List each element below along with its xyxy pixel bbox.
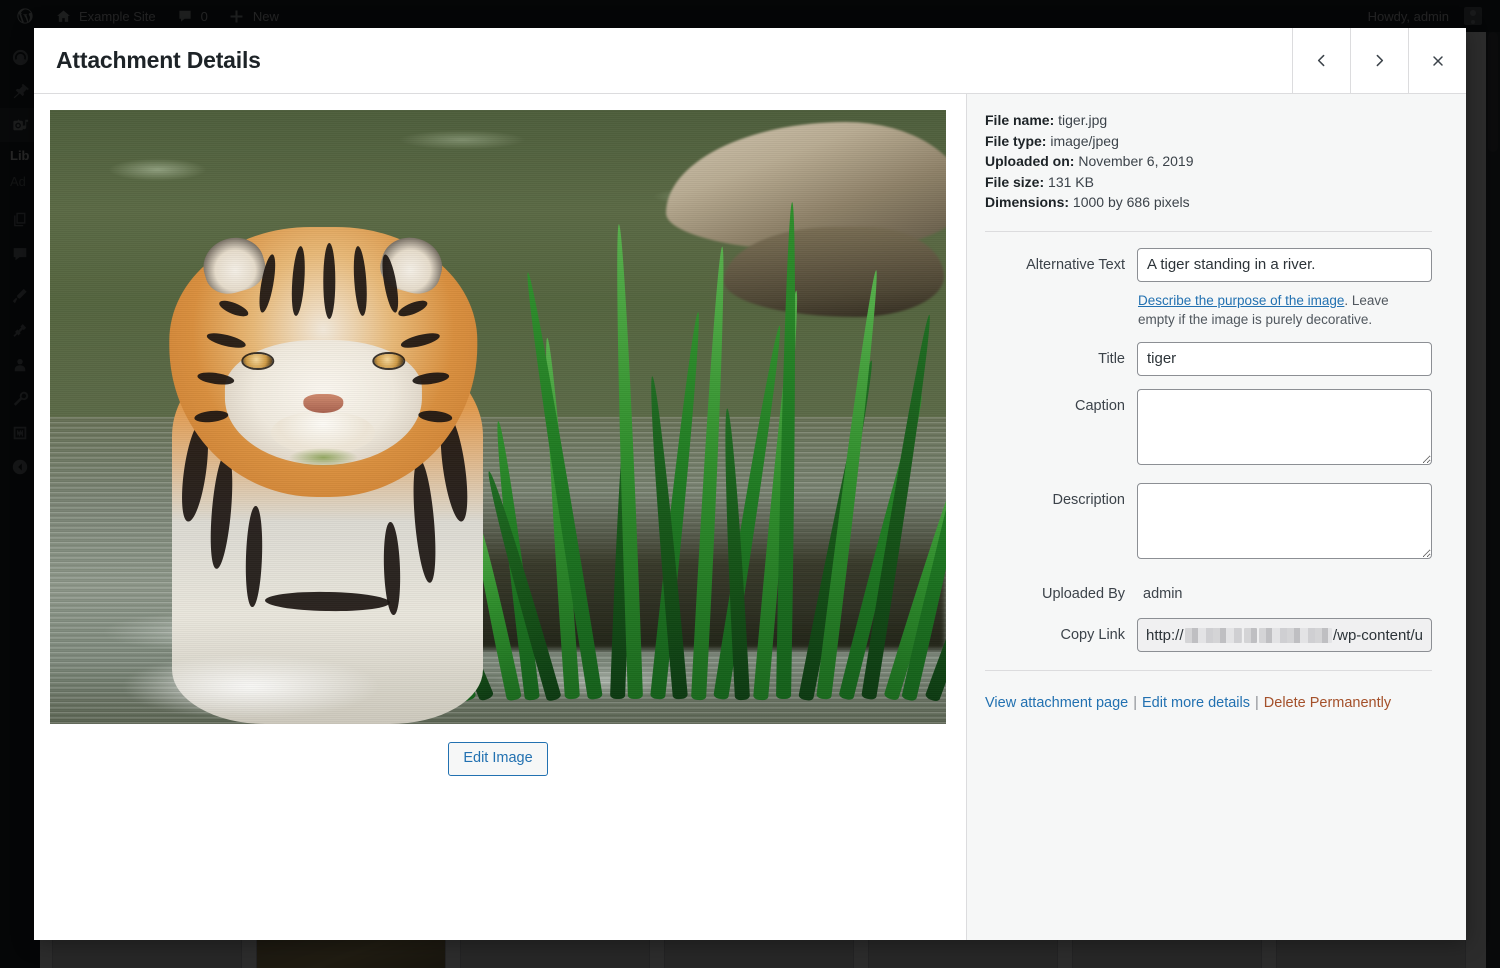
delete-permanently-link[interactable]: Delete Permanently [1264,695,1391,711]
action-separator: | [1250,695,1264,711]
attachment-info-panel: File name: tiger.jpg File type: image/jp… [966,94,1466,940]
chevron-left-icon [1313,52,1330,69]
alt-text-label: Alternative Text [985,248,1137,277]
modal-body: Edit Image File name: tiger.jpg File typ… [34,94,1466,940]
edit-more-details-link[interactable]: Edit more details [1142,695,1250,711]
reed-grass-cluster [498,159,946,699]
copy-link-suffix: /wp-content/u [1333,627,1423,644]
copy-link-control: http:// /wp-content/u [1137,618,1432,652]
meta-label: Dimensions: [985,194,1069,210]
edit-image-row: Edit Image [50,724,946,776]
meta-file-type: File type: image/jpeg [985,131,1432,152]
meta-dimensions: Dimensions: 1000 by 686 pixels [985,192,1432,213]
meta-value: 1000 by 686 pixels [1073,194,1190,210]
describe-purpose-link[interactable]: Describe the purpose of the image [1138,293,1344,308]
water-splash [121,654,382,719]
page-title: Attachment Details [34,28,1292,93]
tiger-nose [303,394,343,413]
close-modal-button[interactable] [1408,28,1466,93]
tiger-chin-algae [289,448,357,467]
meta-label: File size: [985,174,1044,190]
meta-file-name: File name: tiger.jpg [985,110,1432,131]
uploaded-by-label: Uploaded By [985,577,1137,606]
field-uploaded-by: Uploaded By admin [985,577,1432,606]
chevron-right-icon [1371,52,1388,69]
tiger-eye-right [374,354,403,368]
attachment-image [50,110,946,724]
uploaded-by-control: admin [1137,577,1432,606]
field-caption: Caption [985,389,1432,470]
redacted-domain-block [1259,628,1332,643]
caption-textarea[interactable] [1137,389,1432,465]
redacted-domain-block [1185,628,1243,643]
uploaded-by-value: admin [1137,577,1432,606]
close-x-icon [1430,53,1446,69]
alt-text-help: Describe the purpose of the image. Leave… [1137,282,1427,329]
next-attachment-button[interactable] [1350,28,1408,93]
tiger-muzzle [271,411,376,454]
image-scene [50,110,946,724]
field-description: Description [985,483,1432,564]
tiger-eye-left [243,354,272,368]
caption-control [1137,389,1432,470]
divider [985,231,1432,232]
attachment-media-column: Edit Image [34,94,966,940]
wordpress-admin-root: Lib Ad [0,0,1500,968]
description-control [1137,483,1432,564]
field-copy-link: Copy Link http:// /wp-content/u [985,618,1432,652]
edit-image-button[interactable]: Edit Image [448,742,547,776]
description-label: Description [985,483,1137,512]
meta-file-size: File size: 131 KB [985,172,1432,193]
field-alt-text: Alternative Text Describe the purpose of… [985,248,1432,329]
field-title: Title [985,342,1432,376]
alt-text-control: Describe the purpose of the image. Leave… [1137,248,1432,329]
copy-link-label: Copy Link [985,618,1137,647]
caption-label: Caption [985,389,1137,418]
attachment-actions: View attachment page|Edit more details|D… [985,693,1432,711]
description-textarea[interactable] [1137,483,1432,559]
copy-link-prefix: http:// [1146,627,1184,644]
previous-attachment-button[interactable] [1292,28,1350,93]
meta-label: Uploaded on: [985,153,1074,169]
modal-header: Attachment Details [34,28,1466,94]
meta-label: File type: [985,133,1046,149]
divider [985,670,1432,671]
meta-value: image/jpeg [1050,133,1119,149]
copy-link-input[interactable]: http:// /wp-content/u [1137,618,1432,652]
attachment-details-modal: Attachment Details [34,28,1466,940]
alt-text-input[interactable] [1137,248,1432,282]
meta-value: 131 KB [1048,174,1094,190]
view-attachment-page-link[interactable]: View attachment page [985,695,1128,711]
title-control [1137,342,1432,376]
title-label: Title [985,342,1137,371]
tiger-subject [113,184,534,724]
meta-value: tiger.jpg [1058,112,1107,128]
redacted-domain-block [1244,628,1257,643]
meta-uploaded-on: Uploaded on: November 6, 2019 [985,151,1432,172]
title-input[interactable] [1137,342,1432,376]
action-separator: | [1128,695,1142,711]
meta-value: November 6, 2019 [1078,153,1193,169]
meta-label: File name: [985,112,1054,128]
